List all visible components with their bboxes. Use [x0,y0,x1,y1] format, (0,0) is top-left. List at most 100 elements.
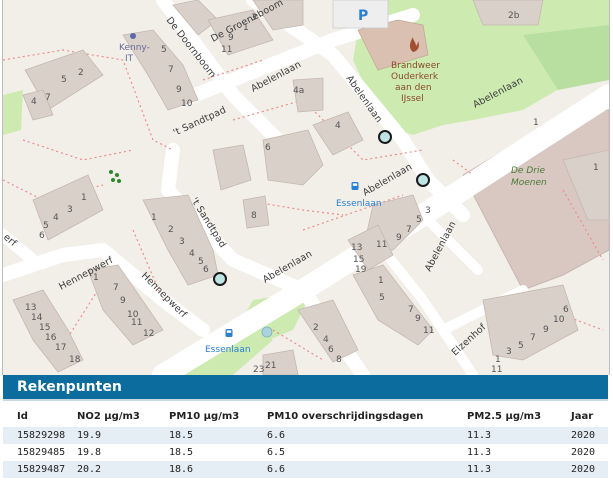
house-number: 9 [543,325,549,335]
house-number: 5 [61,75,67,85]
poi-kenny-label-2: IT [125,54,134,64]
poi-brandweer-label-2: Ouderkerk [391,72,439,82]
house-number: 1 [378,276,384,286]
house-number: 15 [39,323,50,333]
house-number: 6 [203,265,209,275]
house-number: 9 [396,233,402,243]
company-icon[interactable] [130,33,136,39]
cell-no2: 19.9 [77,430,102,441]
house-number: 11 [376,240,387,250]
calculation-point-marker[interactable] [213,272,227,286]
cell-year: 2020 [571,430,596,441]
water-feature-icon [261,326,273,338]
house-number: 6 [328,345,334,355]
cell-pm25: 11.3 [467,464,492,475]
poi-brandweer-label-4: IJssel [401,94,424,104]
house-number: 5 [161,45,167,55]
column-header-no2[interactable]: NO2 µg/m3 [77,405,169,427]
house-number: 2 [168,225,174,235]
cell-no2: 19.8 [77,447,102,458]
house-number: 5 [43,221,49,231]
cell-id: 15829487 [17,464,66,475]
house-number: 2b [508,11,520,21]
house-number: 1 [243,23,249,33]
house-number: 9 [176,85,182,95]
house-number: 17 [55,343,66,353]
house-number: 21 [265,361,276,371]
house-number: 2 [313,323,319,333]
poi-brandweer-label-3: aan den [395,83,432,93]
table-row[interactable]: 15829487 20.2 18.6 6.6 11.3 2020 [3,461,608,478]
calculation-point-marker[interactable] [416,173,430,187]
house-number: 1 [533,118,539,128]
panel-title: Rekenpunten [3,375,608,401]
poi-brandweer-label-1: Brandweer [391,61,440,71]
cell-pm10: 18.6 [169,464,194,475]
poi-drie-moenen-label-1: De Drie [511,166,545,176]
cell-pm10: 18.5 [169,430,194,441]
house-number: 16 [45,333,57,343]
column-header-pm10[interactable]: PM10 µg/m3 [169,405,267,427]
bus-stop-label-2: Essenlaan [205,345,251,355]
column-header-year[interactable]: Jaar [571,405,608,427]
house-number: 8 [251,211,257,221]
house-number: 5 [416,215,422,225]
house-number: 7 [168,65,174,75]
house-number: 9 [415,314,421,324]
house-number: 4a [293,86,304,96]
house-number: 1 [151,213,157,223]
cell-pm10-days: 6.6 [267,430,286,441]
cell-pm10: 18.5 [169,447,194,458]
house-number: 4 [335,121,341,131]
poi-drie-moenen-label-2: Moenen [511,178,547,188]
house-number: 11 [131,318,142,328]
cell-pm10-days: 6.5 [267,447,286,458]
house-number: 11 [423,326,434,336]
house-number: 1 [593,163,599,173]
house-number: 10 [553,315,565,325]
house-number: 6 [39,231,45,241]
house-number: 9 [228,33,234,43]
column-header-pm10-days[interactable]: PM10 overschrijdingsdagen [267,405,467,427]
parking-icon: P [358,8,368,24]
house-number: 19 [355,265,367,275]
house-number: 5 [518,341,524,351]
house-number: 3 [179,237,185,247]
cell-id: 15829485 [17,447,66,458]
house-number: 7 [45,93,51,103]
house-number: 6 [265,143,271,153]
cell-pm25: 11.3 [467,447,492,458]
house-number: 1 [81,193,87,203]
map-view[interactable]: Abelenlaan Abelenlaan Abelenlaan Abelenl… [2,0,610,375]
house-number: 7 [408,305,414,315]
table-row[interactable]: 15829298 19.9 18.5 6.6 11.3 2020 [3,427,608,444]
house-number: 4 [53,213,59,223]
bus-stop-icon[interactable] [225,329,233,337]
house-number: 18 [69,355,81,365]
house-number: 9 [120,296,126,306]
house-number: 3 [67,205,73,215]
cell-id: 15829298 [17,430,66,441]
bus-stop-label-1: Essenlaan [336,199,382,209]
house-number: 11 [221,45,232,55]
column-header-id[interactable]: Id [3,405,77,427]
cell-pm10-days: 6.6 [267,464,286,475]
house-number: 11 [491,365,502,375]
calculation-point-marker[interactable] [378,130,392,144]
cell-year: 2020 [571,447,596,458]
bus-stop-icon[interactable] [351,182,359,190]
house-number: 7 [406,225,412,235]
house-number: 6 [563,305,569,315]
results-table: Id NO2 µg/m3 PM10 µg/m3 PM10 overschrijd… [3,405,608,478]
column-header-pm25[interactable]: PM2.5 µg/m3 [467,405,571,427]
house-number: 1 [495,355,501,365]
house-number: 4 [31,97,37,107]
house-number: 1 [93,273,99,283]
poi-kenny-label-1: Kenny- [119,43,150,53]
house-number: 14 [31,313,43,323]
house-number: 15 [353,255,364,265]
house-number: 13 [25,303,36,313]
cell-no2: 20.2 [77,464,102,475]
house-number: 8 [336,355,342,365]
table-row[interactable]: 15829485 19.8 18.5 6.5 11.3 2020 [3,444,608,461]
